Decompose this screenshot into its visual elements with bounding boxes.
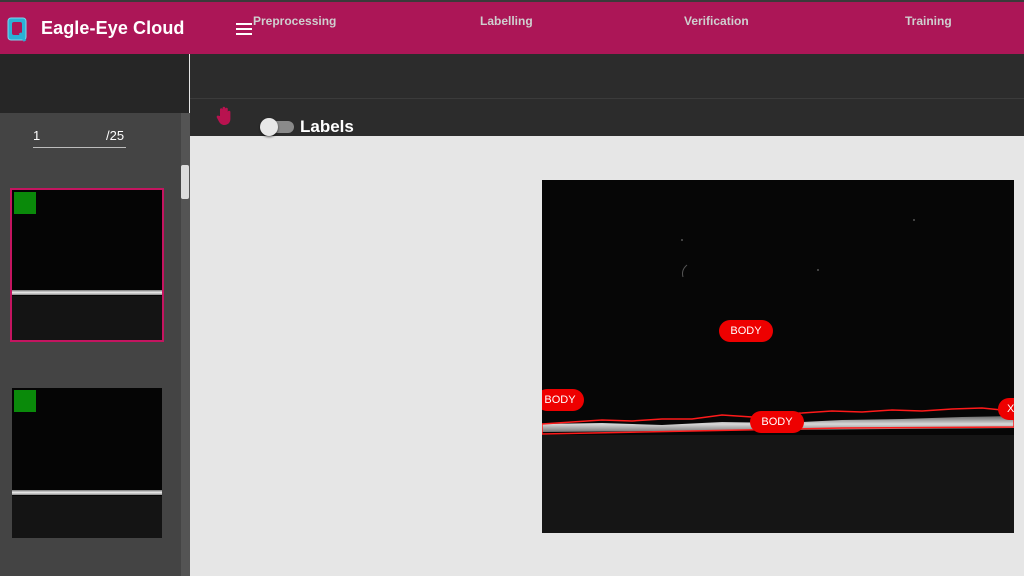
page-total: /25: [106, 128, 125, 143]
tab-training[interactable]: Training: [905, 14, 952, 28]
thumbnail-item[interactable]: [12, 388, 162, 538]
tab-verification[interactable]: Verification: [684, 14, 749, 28]
app-title: Eagle-Eye Cloud: [41, 18, 185, 38]
hamburger-menu-icon[interactable]: [233, 20, 255, 38]
eagle-eye-logo-icon: [7, 17, 27, 42]
sidebar-scrollbar-thumb[interactable]: [181, 165, 189, 199]
annotation-overlay: [542, 180, 1014, 533]
workflow-tab-bar: [190, 54, 1024, 99]
annotation-canvas[interactable]: BODY BODY BODY X: [542, 180, 1014, 533]
page-input-underline: [33, 147, 126, 148]
annotation-label[interactable]: BODY: [719, 320, 773, 342]
status-badge: [14, 192, 36, 214]
status-badge: [14, 390, 36, 412]
tab-labelling[interactable]: Labelling: [480, 14, 533, 28]
annotation-label[interactable]: X: [998, 398, 1014, 420]
page-number-input[interactable]: 1: [33, 128, 40, 143]
tab-preprocessing[interactable]: Preprocessing: [253, 14, 336, 28]
annotation-label[interactable]: BODY: [542, 389, 584, 411]
labels-toggle-label: Labels: [300, 117, 354, 136]
hand-icon[interactable]: [215, 106, 233, 126]
sidebar-header: [0, 54, 189, 113]
thumbnail-item[interactable]: [10, 188, 164, 342]
annotation-label[interactable]: BODY: [750, 411, 804, 433]
labels-toggle[interactable]: [260, 117, 294, 136]
